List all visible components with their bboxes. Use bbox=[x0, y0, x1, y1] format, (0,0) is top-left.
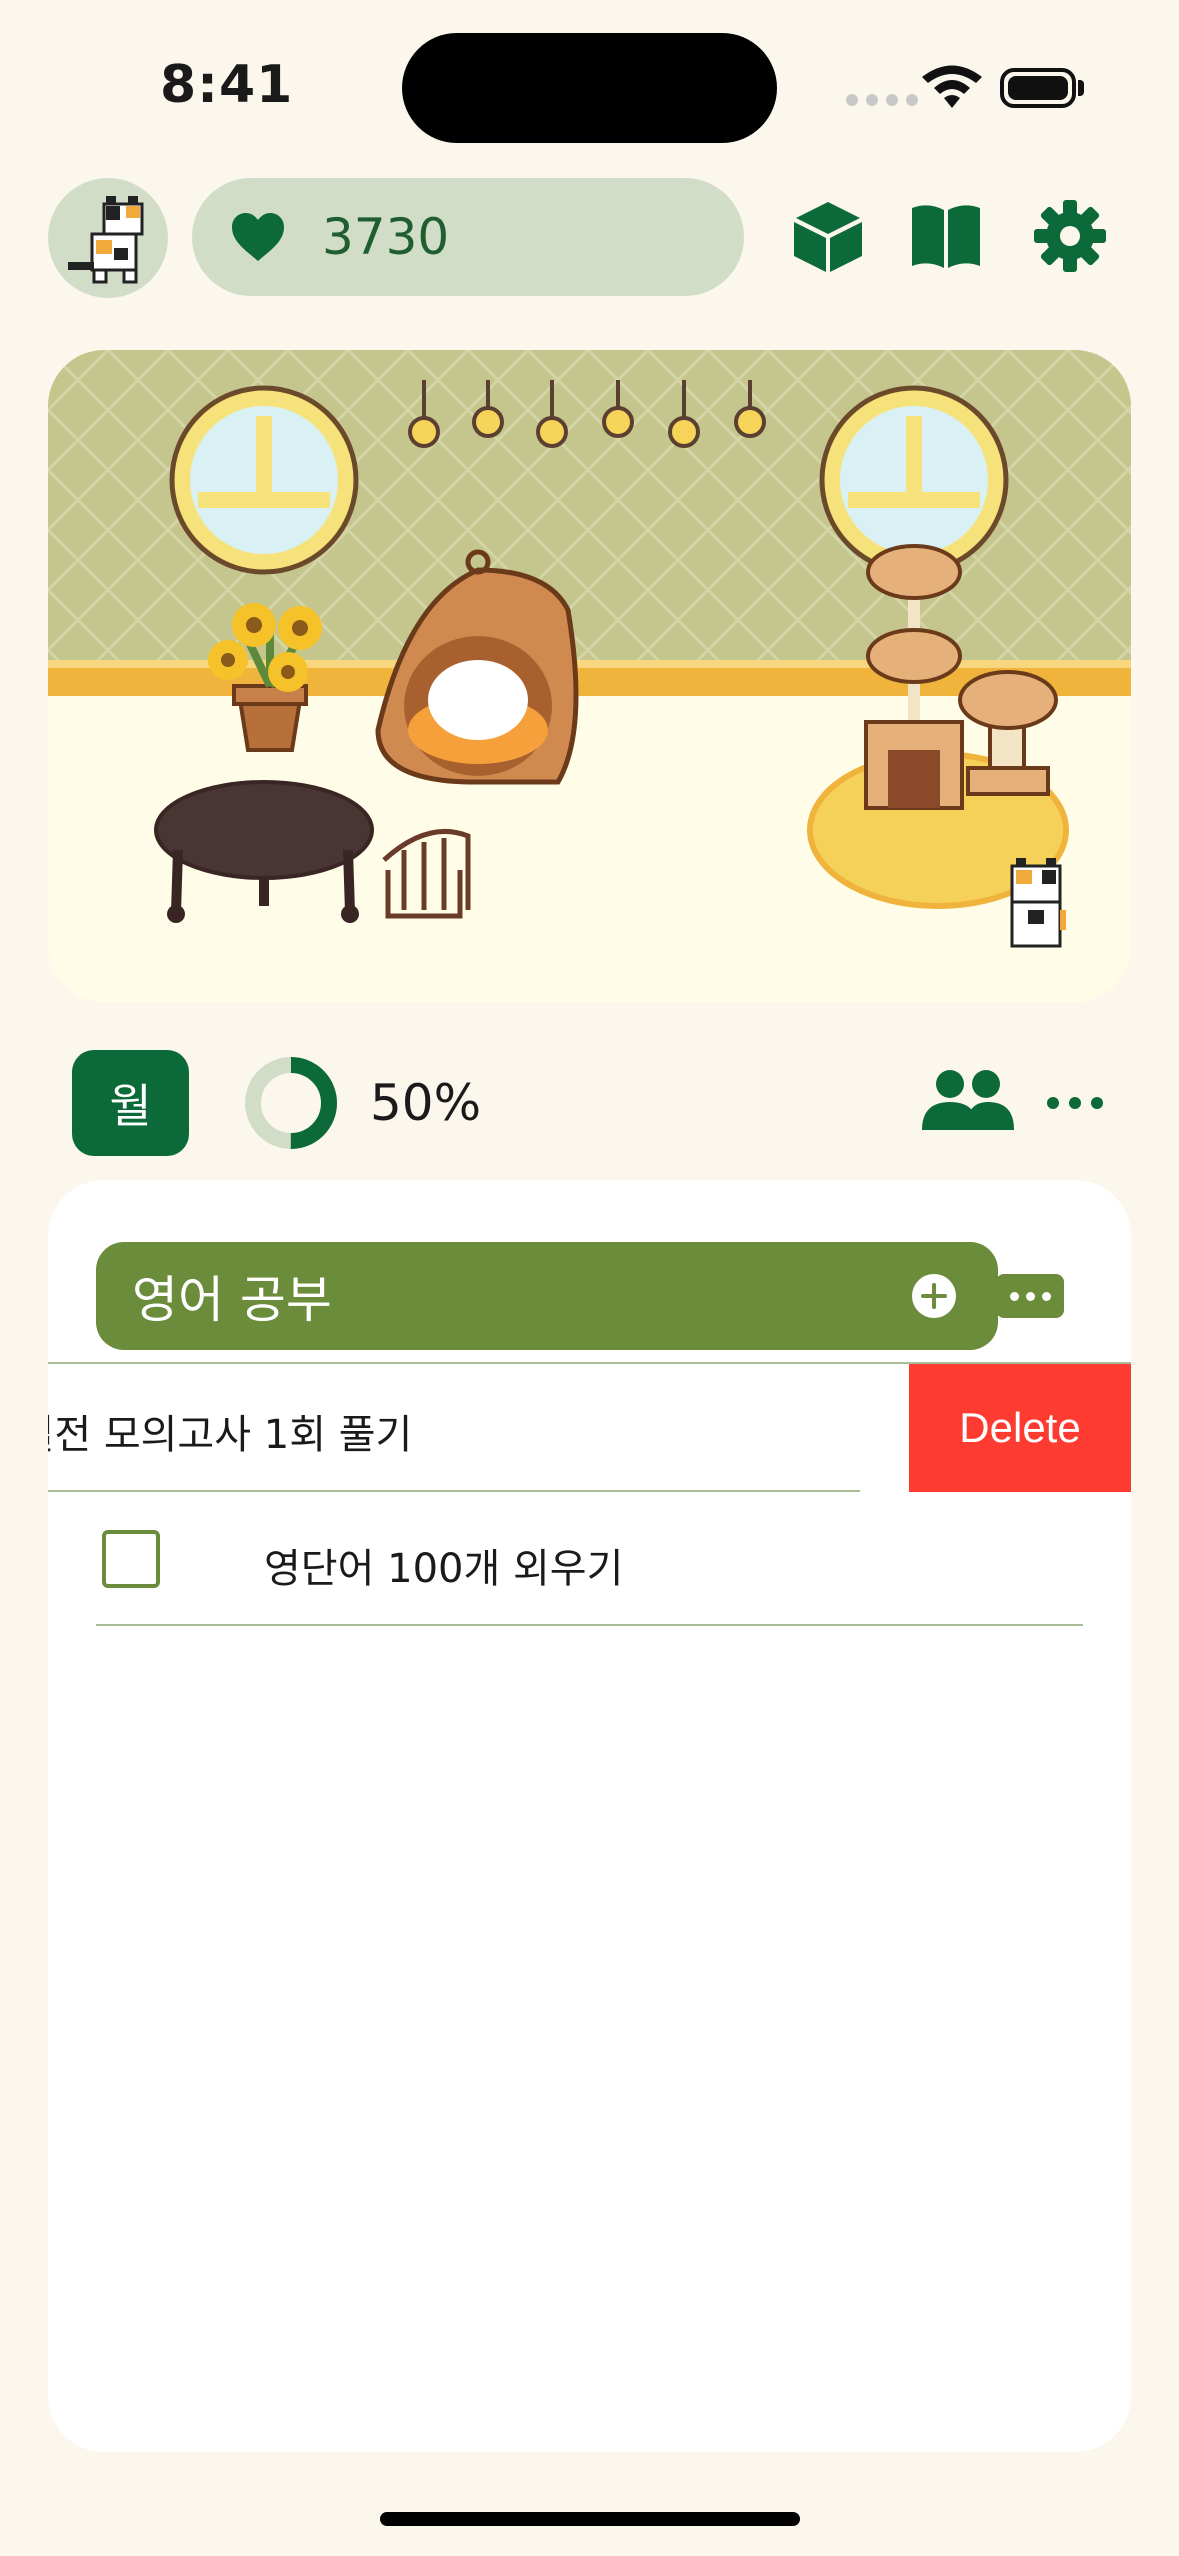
home-indicator[interactable] bbox=[380, 2512, 800, 2526]
todo-text: 스 실전 모의고사 1회 풀기 bbox=[48, 1412, 413, 1458]
dynamic-island bbox=[402, 33, 777, 143]
status-time: 8:41 bbox=[160, 55, 294, 115]
todo-text: 영단어 100개 외우기 bbox=[264, 1546, 624, 1592]
todo-card: 영어 공부 스 실전 모의고사 1회 풀기 Delete 영단어 100개 외우… bbox=[48, 1180, 1131, 2452]
book-icon[interactable] bbox=[908, 198, 984, 274]
cat-avatar[interactable] bbox=[48, 178, 168, 298]
battery-icon bbox=[1000, 68, 1076, 108]
hearts-count: 3730 bbox=[322, 208, 450, 266]
friends-icon[interactable] bbox=[922, 1068, 1014, 1132]
gear-icon[interactable] bbox=[1032, 198, 1108, 274]
todo-checkbox[interactable] bbox=[102, 1530, 160, 1588]
room-illustration bbox=[48, 350, 1131, 1002]
hearts-counter[interactable]: 3730 bbox=[192, 178, 744, 296]
progress-ring bbox=[245, 1057, 337, 1149]
delete-button[interactable]: Delete bbox=[909, 1364, 1131, 1492]
category-label: 영어 공부 bbox=[132, 1271, 332, 1329]
status-bar: 8:41 bbox=[0, 0, 1179, 170]
window-left bbox=[169, 385, 359, 575]
cat-sprite bbox=[1010, 858, 1066, 948]
wifi-icon bbox=[922, 65, 982, 108]
add-todo-icon[interactable] bbox=[910, 1272, 958, 1320]
progress-percent: 50% bbox=[370, 1074, 482, 1132]
cat-room-scene bbox=[48, 350, 1131, 1002]
cellular-signal-icon bbox=[846, 94, 918, 106]
cat-icon bbox=[68, 196, 144, 284]
category-more-button[interactable] bbox=[996, 1274, 1064, 1318]
heart-icon bbox=[232, 213, 284, 261]
todo-row[interactable]: 영단어 100개 외우기 bbox=[96, 1492, 1083, 1626]
battery-cap bbox=[1078, 80, 1084, 96]
todo-row-swiped[interactable]: 스 실전 모의고사 1회 풀기 Delete bbox=[48, 1362, 1131, 1492]
category-pill[interactable]: 영어 공부 bbox=[96, 1242, 998, 1350]
more-icon[interactable] bbox=[1044, 1090, 1106, 1116]
day-badge[interactable]: 월 bbox=[72, 1050, 189, 1156]
box-icon[interactable] bbox=[790, 198, 866, 274]
